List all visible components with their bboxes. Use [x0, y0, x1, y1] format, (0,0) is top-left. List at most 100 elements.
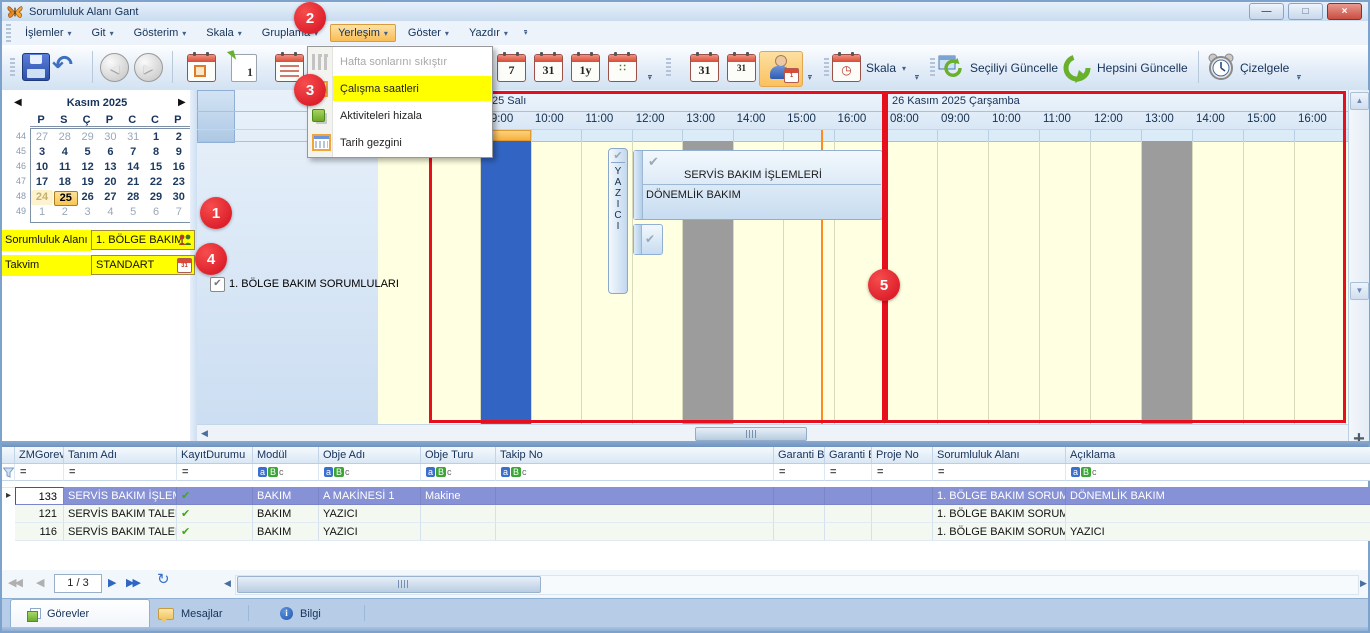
- menu-item-yerlesim[interactable]: Yerleşim▾: [330, 24, 396, 42]
- table-scroll-right-icon[interactable]: ▶: [1360, 575, 1367, 591]
- toolbar-grip2[interactable]: [666, 58, 671, 76]
- pager-next-button[interactable]: ▶: [108, 575, 116, 591]
- menu-item-goster[interactable]: Göster▾: [400, 24, 457, 42]
- scale-calendar-clock-icon[interactable]: ◷: [832, 54, 861, 82]
- save-icon[interactable]: [22, 53, 50, 81]
- calendar-day-5[interactable]: 5: [77, 145, 99, 160]
- column-header-zmgorev-no[interactable]: ZMGorev No: [15, 447, 64, 464]
- column-header-tanim-adi[interactable]: Tanım Adı: [64, 447, 177, 464]
- column-header-obje-adi[interactable]: Obje Adı: [319, 447, 421, 464]
- view-overflow-icon[interactable]: ▾: [648, 75, 652, 82]
- calendar-day-5[interactable]: 5: [122, 205, 144, 220]
- field-value-input[interactable]: 1. BÖLGE BAKIM: [91, 230, 195, 250]
- toolbar-grip[interactable]: [10, 58, 15, 76]
- schedule-button[interactable]: Çizelgele: [1240, 61, 1289, 75]
- day-schedule-icon[interactable]: 31: [690, 54, 719, 82]
- tab-mesajlar[interactable]: Mesajlar: [142, 600, 239, 627]
- calendar-day-27[interactable]: 27: [31, 130, 53, 145]
- calendar-day-11[interactable]: 11: [54, 160, 76, 175]
- menu-item-gosterim[interactable]: Gösterim▾: [126, 24, 195, 42]
- goto-day-icon[interactable]: 1: [231, 54, 257, 82]
- menu-item-git[interactable]: Git▾: [84, 24, 122, 42]
- schedule-overflow-icon[interactable]: ▾: [1297, 75, 1301, 82]
- pager-first-button[interactable]: ◀◀: [8, 575, 21, 591]
- calendar-day-19[interactable]: 19: [77, 175, 99, 190]
- calendar-day-3[interactable]: 3: [77, 205, 99, 220]
- filter-cell-proje-no[interactable]: =: [872, 464, 933, 481]
- calendar-day-13[interactable]: 13: [99, 160, 121, 175]
- close-button[interactable]: ×: [1327, 3, 1362, 20]
- toolbar-grip4[interactable]: [930, 58, 935, 76]
- list-view-icon[interactable]: ∷: [608, 54, 637, 82]
- calendar-day-8[interactable]: 8: [145, 145, 167, 160]
- filter-cell-obje-adi[interactable]: aBc: [319, 464, 421, 481]
- calendar-day-17[interactable]: 17: [31, 175, 53, 190]
- gantt-hscrollbar[interactable]: ◀: [197, 424, 1348, 442]
- calendar-day-7[interactable]: 7: [122, 145, 144, 160]
- menu-item-i-slemler[interactable]: İşlemler▾: [17, 24, 80, 42]
- schedule-clock-icon[interactable]: [1207, 53, 1235, 81]
- goto-date-icon[interactable]: [187, 54, 216, 82]
- pager-refresh-icon[interactable]: ↻: [157, 572, 170, 588]
- field-value-input[interactable]: STANDART31: [91, 255, 195, 275]
- filter-row-funnel-icon[interactable]: [2, 464, 15, 481]
- table-row[interactable]: ▸133SERVİS BAKIM İŞLEMLERİ✔OnaylandıBAKI…: [2, 487, 1370, 505]
- column-header-aciklama[interactable]: Açıklama: [1066, 447, 1370, 464]
- column-header-kayitdurumu[interactable]: KayıtDurumu: [177, 447, 253, 464]
- calendar-day-6[interactable]: 6: [145, 205, 167, 220]
- column-header-proje-no[interactable]: Proje No: [872, 447, 933, 464]
- nav-forward-icon[interactable]: ▶: [134, 53, 163, 82]
- tab-bilgi[interactable]: iBilgi: [264, 600, 337, 627]
- filter-cell-modul[interactable]: aBc: [253, 464, 319, 481]
- calendar-day-28[interactable]: 28: [122, 190, 144, 205]
- table-row[interactable]: 116SERVİS BAKIM TALEPLERİ✔OnaylandıBAKIM…: [2, 523, 1370, 541]
- calendar-day-3[interactable]: 3: [31, 145, 53, 160]
- calendar-day-18[interactable]: 18: [54, 175, 76, 190]
- calendar-day-29[interactable]: 29: [145, 190, 167, 205]
- gantt-hscroll-thumb[interactable]: [695, 427, 807, 441]
- filter-cell-takip-no[interactable]: aBc: [496, 464, 774, 481]
- tab-gorevler[interactable]: Görevler: [10, 599, 150, 628]
- calendar-day-1[interactable]: 1: [145, 130, 167, 145]
- update-selected-button[interactable]: Seçiliyi Güncelle: [970, 61, 1058, 75]
- column-header-sorumluluk-alani[interactable]: Sorumluluk Alanı: [933, 447, 1066, 464]
- group-checkbox[interactable]: ✔: [210, 277, 225, 292]
- week-view-icon[interactable]: 7: [497, 54, 526, 82]
- nav-back-icon[interactable]: ◀: [100, 53, 129, 82]
- menu-item-aktiviteleri-hizala[interactable]: Aktiviteleri hizala: [308, 102, 492, 129]
- calendar-day-4[interactable]: 4: [54, 145, 76, 160]
- month-view-icon[interactable]: 31: [534, 54, 563, 82]
- filter-cell-garanti-basli[interactable]: =: [774, 464, 825, 481]
- menubar-overflow-icon[interactable]: ▾: [524, 30, 528, 37]
- calendar-day-27[interactable]: 27: [99, 190, 121, 205]
- scale-overflow-icon[interactable]: ▾: [915, 75, 919, 82]
- table-hscroll-thumb[interactable]: [237, 576, 541, 593]
- scroll-left-icon[interactable]: ◀: [201, 429, 208, 438]
- column-header-obje-turu[interactable]: Obje Turu: [421, 447, 496, 464]
- gantt-vscrollbar[interactable]: ▲ ▼ + −: [1348, 90, 1369, 441]
- pager-prev-button[interactable]: ◀: [36, 575, 44, 591]
- calendar-day-21[interactable]: 21: [122, 175, 144, 190]
- filter-cell-obje-turu[interactable]: aBc: [421, 464, 496, 481]
- calendar-day-16[interactable]: 16: [168, 160, 190, 175]
- calendar-day-14[interactable]: 14: [122, 160, 144, 175]
- column-header-garanti-basli[interactable]: Garanti Başlı: [774, 447, 825, 464]
- column-header-modul[interactable]: Modül: [253, 447, 319, 464]
- calendar-day-24[interactable]: 24: [31, 190, 53, 205]
- toolbar-grip3[interactable]: [824, 58, 829, 76]
- calendar-day-12[interactable]: 12: [77, 160, 99, 175]
- menubar-grip[interactable]: [6, 24, 11, 42]
- column-header-garanti-bitis[interactable]: Garanti Bitiş: [825, 447, 872, 464]
- calendar-day-15[interactable]: 15: [145, 160, 167, 175]
- calendar-day-10[interactable]: 10: [31, 160, 53, 175]
- restore-button[interactable]: □: [1288, 3, 1323, 20]
- calendar-day-30[interactable]: 30: [99, 130, 121, 145]
- calendar-day-25[interactable]: 25: [54, 191, 78, 206]
- scale-dropdown[interactable]: Skala: [866, 61, 896, 75]
- calendar-day-22[interactable]: 22: [145, 175, 167, 190]
- minimize-button[interactable]: —: [1249, 3, 1284, 20]
- calendar-day-31[interactable]: 31: [122, 130, 144, 145]
- scroll-down-icon[interactable]: ▼: [1350, 282, 1369, 300]
- filter-cell-kayitdurumu[interactable]: =: [177, 464, 253, 481]
- update-all-button[interactable]: Hepsini Güncelle: [1097, 61, 1188, 75]
